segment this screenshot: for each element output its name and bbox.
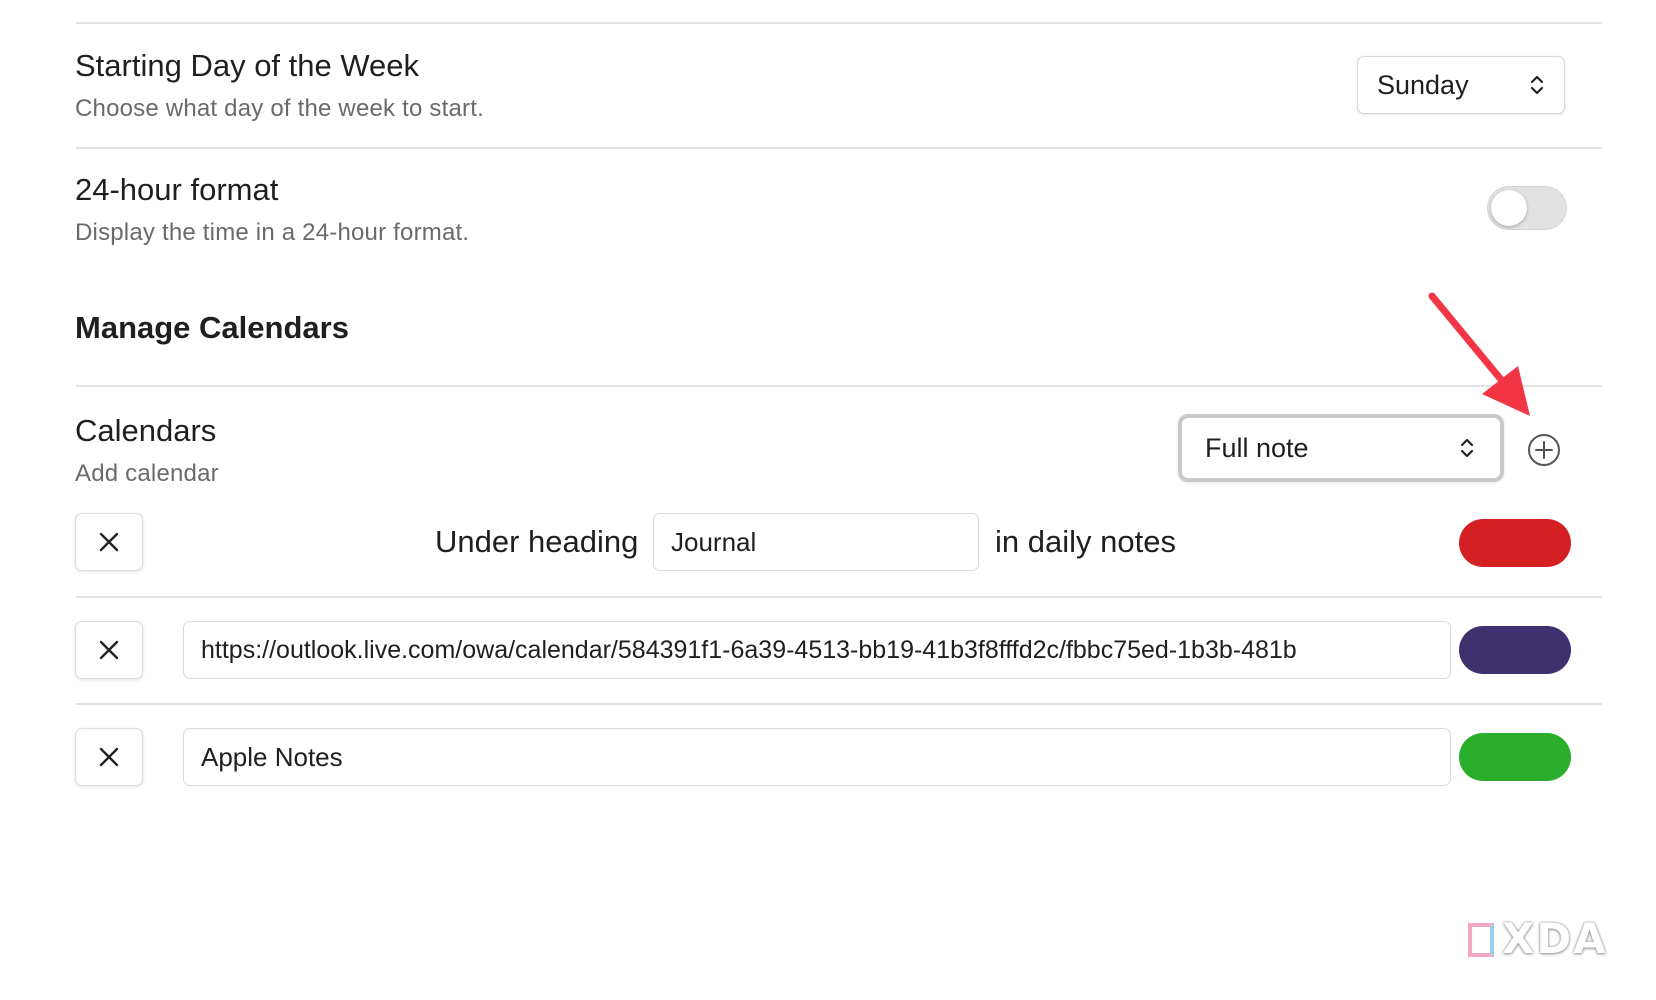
manage-calendars-heading: Manage Calendars bbox=[75, 310, 349, 345]
note-mode-selected-value: Full note bbox=[1205, 432, 1309, 463]
under-heading-label: Under heading bbox=[435, 524, 639, 559]
settings-page: Starting Day of the Week Choose what day… bbox=[0, 0, 1656, 1000]
chevron-updown-icon bbox=[1458, 434, 1476, 462]
divider bbox=[76, 596, 1602, 598]
xda-logo: XDA bbox=[1468, 914, 1608, 963]
brand-text: XDA bbox=[1502, 914, 1608, 963]
toggle-knob bbox=[1491, 190, 1527, 226]
calendar-name-input[interactable] bbox=[183, 728, 1451, 786]
hour-format-toggle[interactable] bbox=[1487, 186, 1567, 230]
calendars-title: Calendars bbox=[75, 413, 217, 448]
remove-calendar-button[interactable] bbox=[75, 728, 143, 786]
starting-day-title: Starting Day of the Week bbox=[75, 48, 420, 83]
annotation-arrow bbox=[1428, 292, 1530, 416]
close-icon bbox=[99, 640, 119, 660]
calendar-url-input[interactable] bbox=[183, 621, 1451, 679]
logo-mark-icon bbox=[1468, 923, 1494, 957]
hour-format-title: 24-hour format bbox=[75, 172, 279, 207]
starting-day-selected-value: Sunday bbox=[1377, 69, 1469, 100]
divider bbox=[76, 147, 1602, 149]
calendars-description: Add calendar bbox=[75, 460, 219, 487]
divider bbox=[76, 22, 1602, 24]
plus-circle-icon bbox=[1528, 434, 1560, 466]
close-icon bbox=[99, 747, 119, 767]
starting-day-select[interactable]: Sunday bbox=[1357, 56, 1565, 114]
calendar-color-swatch[interactable] bbox=[1459, 626, 1571, 674]
close-icon bbox=[99, 532, 119, 552]
note-mode-select[interactable]: Full note bbox=[1178, 414, 1504, 482]
remove-calendar-button[interactable] bbox=[75, 621, 143, 679]
divider bbox=[76, 385, 1602, 387]
chevron-updown-icon bbox=[1528, 71, 1546, 99]
daily-notes-label: in daily notes bbox=[995, 524, 1176, 559]
remove-calendar-button[interactable] bbox=[75, 513, 143, 571]
calendar-color-swatch[interactable] bbox=[1459, 519, 1571, 567]
hour-format-description: Display the time in a 24-hour format. bbox=[75, 219, 470, 246]
starting-day-description: Choose what day of the week to start. bbox=[75, 95, 484, 122]
add-calendar-button[interactable] bbox=[1527, 433, 1561, 467]
calendar-color-swatch[interactable] bbox=[1459, 733, 1571, 781]
divider bbox=[76, 703, 1602, 705]
heading-input[interactable] bbox=[653, 513, 979, 571]
